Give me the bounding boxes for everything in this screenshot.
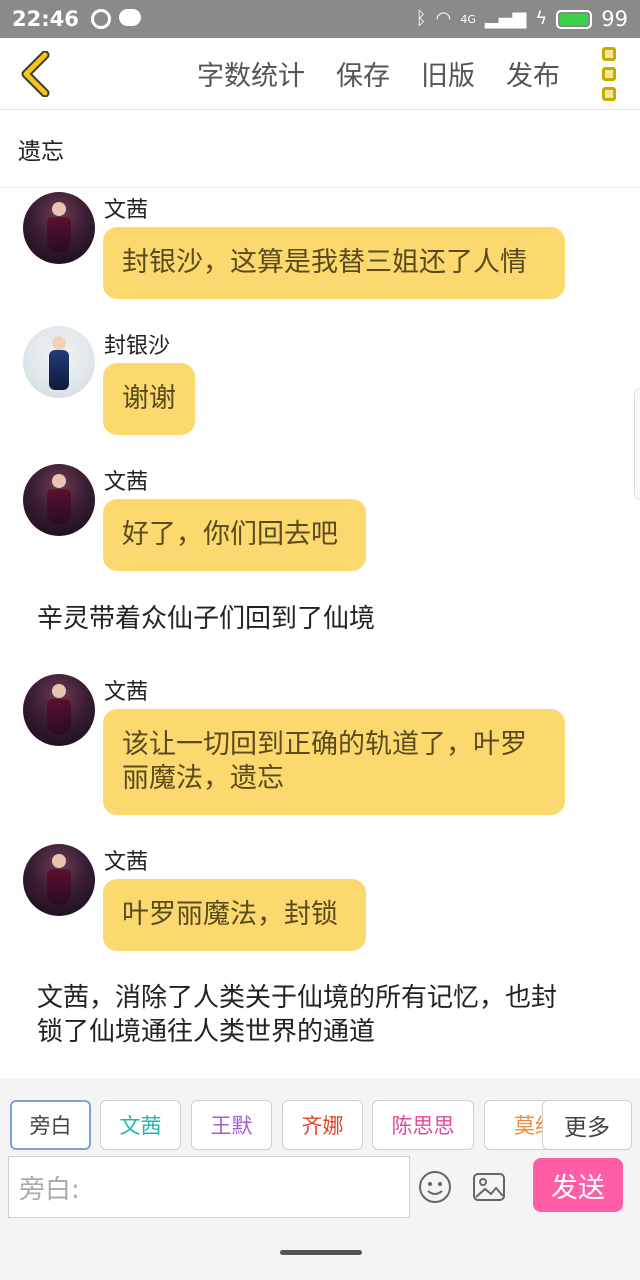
word-count-button[interactable]: 字数统计 xyxy=(197,54,305,93)
save-button[interactable]: 保存 xyxy=(336,54,390,93)
role-selector: 旁白 文茜 王默 齐娜 陈思思 莫纱 xyxy=(10,1100,630,1150)
battery-percent: 99 xyxy=(601,7,628,31)
bubble-line: 该让一切回到正确的轨道了，叶罗 xyxy=(122,729,527,761)
chevron-left-icon xyxy=(21,50,50,97)
message-input[interactable]: 旁白: xyxy=(8,1156,410,1218)
message-bubble[interactable]: 好了，你们回去吧 xyxy=(103,499,366,571)
emoji-icon[interactable] xyxy=(418,1170,452,1204)
role-chip[interactable]: 王默 xyxy=(191,1100,272,1150)
battery-icon xyxy=(556,9,593,29)
avatar xyxy=(23,192,95,264)
more-vertical-icon[interactable] xyxy=(582,38,636,110)
message-icon xyxy=(118,9,141,26)
charging-icon: ϟ xyxy=(535,8,548,29)
avatar xyxy=(23,674,95,746)
role-chip[interactable]: 齐娜 xyxy=(282,1100,363,1150)
narration-text[interactable]: 文茜，消除了人类关于仙境的所有记忆，也封 锁了仙境通往人类世界的通道 xyxy=(37,982,557,1050)
wifi-icon: ◠ xyxy=(435,8,452,29)
home-indicator[interactable] xyxy=(280,1250,362,1255)
role-chip[interactable]: 文茜 xyxy=(100,1100,181,1150)
avatar xyxy=(23,326,95,398)
avatar xyxy=(23,464,95,536)
sender-name: 文茜 xyxy=(104,198,149,223)
more-roles-button[interactable]: 更多 xyxy=(542,1100,632,1150)
send-button[interactable]: 发送 xyxy=(533,1158,623,1212)
editor-toolbar: 字数统计 保存 旧版 发布 xyxy=(0,38,640,110)
sender-name: 文茜 xyxy=(104,680,149,705)
status-bar: 22:46 ᛒ ◠ 4G ▂▄▆ ϟ 99 xyxy=(0,0,640,38)
role-chip[interactable]: 陈思思 xyxy=(372,1100,474,1150)
bubble-line: 丽魔法，遗忘 xyxy=(122,763,284,794)
bluetooth-icon: ᛒ xyxy=(415,8,427,29)
image-icon[interactable] xyxy=(472,1172,506,1202)
narration-line: 锁了仙境通往人类世界的通道 xyxy=(37,1016,376,1047)
publish-button[interactable]: 发布 xyxy=(506,54,560,93)
message-bubble[interactable]: 该让一切回到正确的轨道了，叶罗 丽魔法，遗忘 xyxy=(103,709,565,815)
sender-name: 封银沙 xyxy=(104,334,171,359)
sender-name: 文茜 xyxy=(104,470,149,495)
back-button[interactable] xyxy=(0,38,70,110)
avatar xyxy=(23,844,95,916)
status-time: 22:46 xyxy=(12,7,79,31)
role-chip-narrator[interactable]: 旁白 xyxy=(10,1100,91,1150)
signal-icon: ▂▄▆ xyxy=(484,8,527,29)
message-bubble[interactable]: 叶罗丽魔法，封锁 xyxy=(103,879,366,951)
narration-text[interactable]: 辛灵带着众仙子们回到了仙境 xyxy=(37,603,375,637)
sender-name: 文茜 xyxy=(104,850,149,875)
document-title[interactable]: 遗忘 xyxy=(0,110,640,188)
message-bubble[interactable]: 封银沙，这算是我替三姐还了人情 xyxy=(103,227,565,299)
network-type-label: 4G xyxy=(460,12,476,26)
old-version-button[interactable]: 旧版 xyxy=(421,54,475,93)
emoji-icon xyxy=(419,1171,451,1203)
image-icon xyxy=(473,1173,505,1201)
scroll-handle[interactable] xyxy=(634,388,640,500)
message-bubble[interactable]: 谢谢 xyxy=(103,363,195,435)
narration-line: 文茜，消除了人类关于仙境的所有记忆，也封 xyxy=(37,983,558,1013)
sync-icon xyxy=(90,9,111,29)
